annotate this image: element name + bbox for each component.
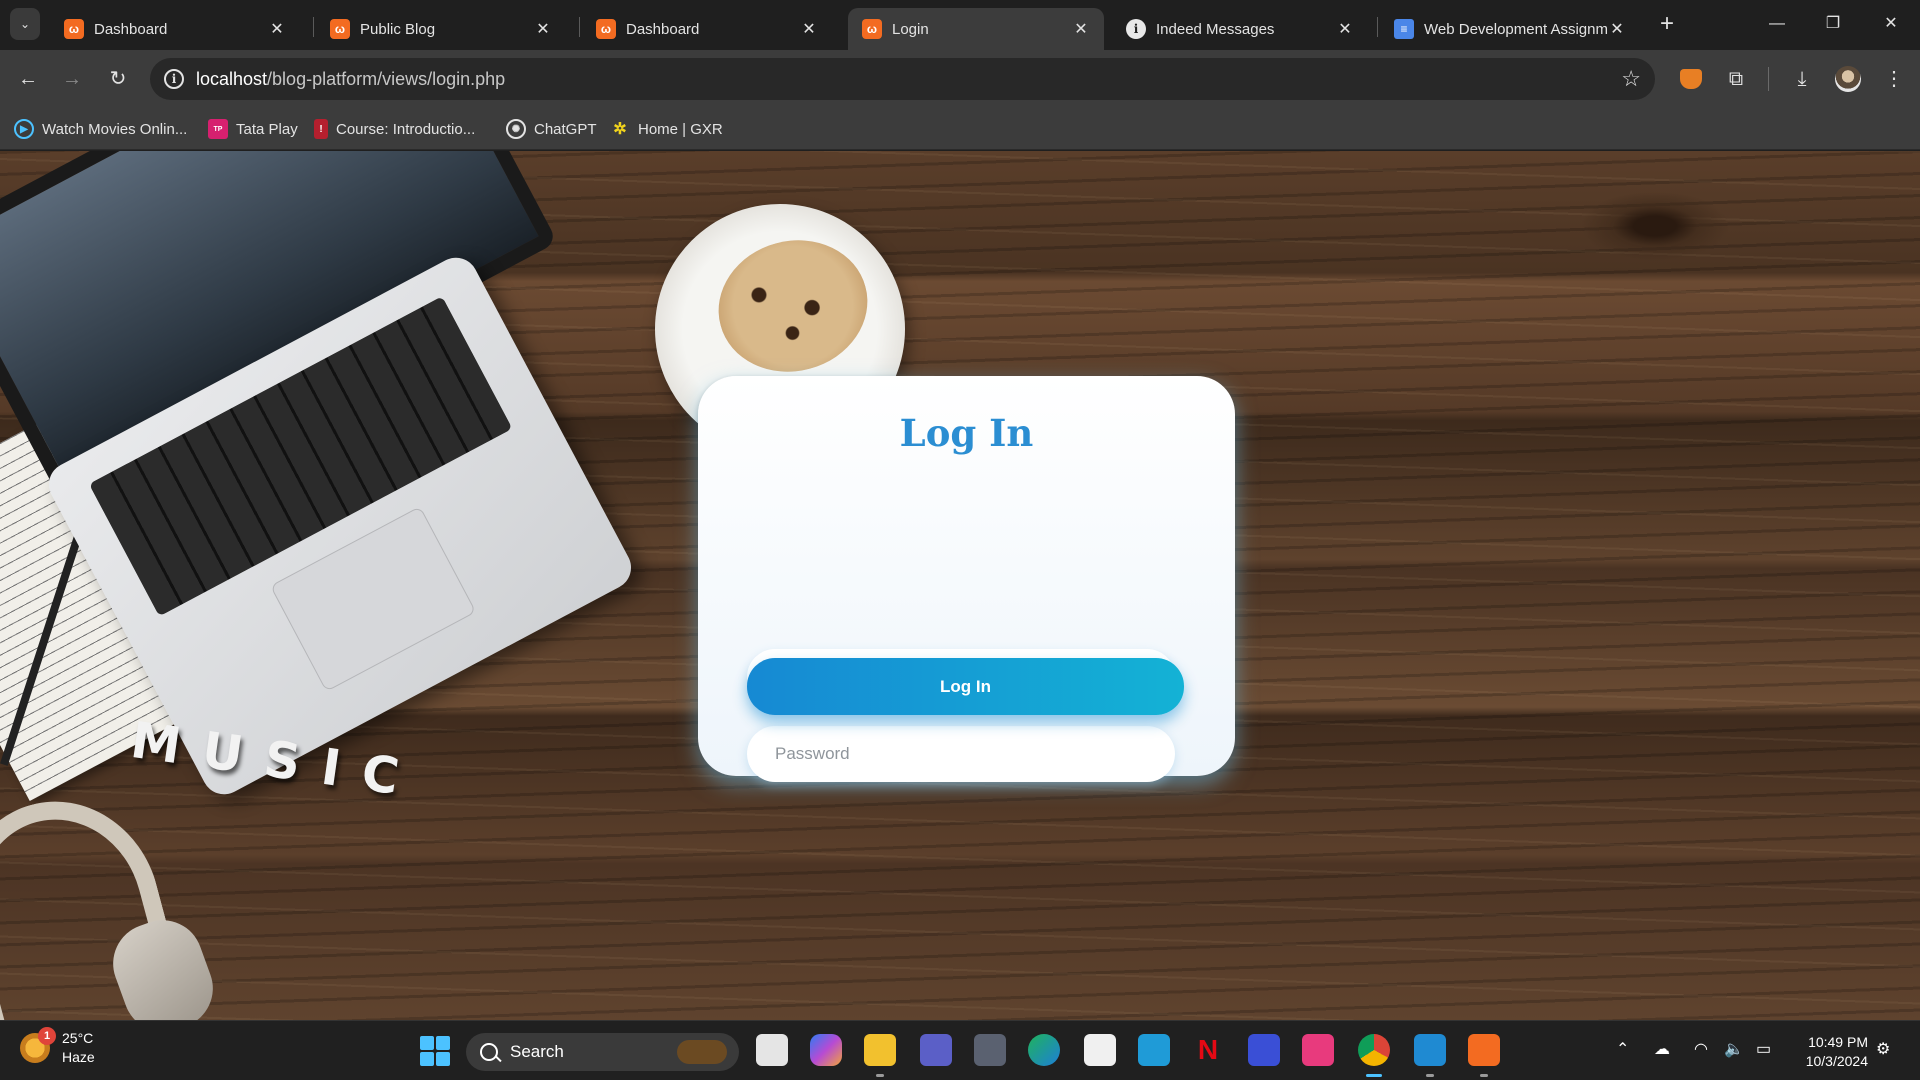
bookmark-course[interactable]: ! Course: Introductio... [314,116,475,142]
reload-button[interactable]: ↻ [102,63,134,95]
search-highlight-icon [677,1040,727,1064]
xampp-icon: ω [862,19,882,39]
menu-icon[interactable]: ⋮ [1878,63,1910,95]
login-button[interactable]: Log In [747,658,1184,715]
close-icon[interactable]: ✕ [268,19,286,39]
info-icon: i [1126,19,1146,39]
xampp-icon[interactable] [1468,1034,1500,1077]
site-info-icon[interactable]: i [164,69,184,89]
tab-login[interactable]: ω Login ✕ [848,8,1104,50]
google-docs-icon: ≡ [1394,19,1414,39]
taskbar-clock[interactable]: 10:49 PM 10/3/2024 [1792,1033,1868,1071]
vscode-icon[interactable] [1414,1034,1446,1077]
browser-toolbar: ← → ↻ i localhost/blog-platform/views/lo… [0,50,1920,108]
search-icon [480,1043,498,1061]
store-icon[interactable] [1084,1034,1116,1066]
tab-title: Web Development Assignm [1424,20,1608,38]
battery-icon[interactable]: ▭ [1756,1039,1771,1059]
clock-date: 10/3/2024 [1805,1053,1868,1069]
weather-condition: Haze [62,1049,95,1065]
close-icon[interactable]: ✕ [1608,19,1626,39]
weather-sun-icon: 1 [20,1027,56,1063]
tab-title: Indeed Messages [1156,20,1275,38]
prime-video-icon[interactable] [1138,1034,1170,1066]
start-button[interactable] [420,1036,450,1066]
search-label: Search [510,1042,564,1061]
tab-title: Login [892,20,929,38]
xampp-icon: ω [596,19,616,39]
download-icon[interactable]: ⤓ [1786,63,1818,95]
wood-knot [1580,191,1730,261]
close-icon[interactable]: ✕ [800,19,818,39]
avatar[interactable] [1835,66,1861,92]
close-icon[interactable]: ✕ [534,19,552,39]
page-viewport: MUSIC Log In Log In [0,151,1920,1020]
weather-widget[interactable]: 1 25°C Haze [20,1027,95,1067]
chevron-up-icon[interactable]: ⌃ [1616,1039,1629,1059]
restore-button[interactable]: ❐ [1810,8,1856,40]
login-card: Log In Log In [698,376,1235,782]
app-icon[interactable] [1248,1034,1280,1066]
tata-play-icon: TP [208,119,228,139]
edge-icon[interactable] [1028,1034,1060,1066]
notification-icon[interactable]: ⚙ [1876,1039,1890,1059]
bookmark-star-icon[interactable]: ☆ [1621,66,1641,92]
login-title: Log In [899,411,1034,455]
toolbar-separator [1768,67,1769,91]
url-text[interactable]: localhost/blog-platform/views/login.php [196,69,505,90]
metamask-icon[interactable] [1680,69,1702,89]
close-icon[interactable]: ✕ [1072,19,1090,39]
tab-dashboard-2[interactable]: ω Dashboard ✕ [582,8,832,50]
password-input[interactable] [747,726,1175,782]
netflix-icon[interactable]: N [1192,1034,1224,1066]
back-button[interactable]: ← [12,63,44,95]
forward-button[interactable]: → [56,63,88,95]
tab-indeed-messages[interactable]: i Indeed Messages ✕ [1112,8,1368,50]
volume-icon[interactable]: 🔈 [1724,1039,1744,1059]
bookmark-home-gxr[interactable]: ✲ Home | GXR [610,116,722,142]
bookmark-tata-play[interactable]: TP Tata Play [208,116,298,142]
chrome-icon[interactable] [1358,1034,1390,1077]
new-tab-button[interactable]: + [1652,10,1682,40]
minimize-button[interactable]: — [1754,8,1800,40]
copilot-icon[interactable] [810,1034,842,1066]
tab-public-blog[interactable]: ω Public Blog ✕ [316,8,566,50]
play-circle-icon: ▶ [14,119,34,139]
tab-strip: ⌄ ω Dashboard ✕ ω Public Blog ✕ ω Dashbo… [0,0,1920,50]
tab-web-dev-assignment[interactable]: ≡ Web Development Assignm ✕ [1380,8,1640,50]
windows-logo-icon [420,1036,434,1050]
tab-search-button[interactable]: ⌄ [10,8,40,40]
address-bar[interactable]: i localhost/blog-platform/views/login.ph… [150,58,1655,100]
tab-title: Dashboard [94,20,168,38]
tab-dashboard-1[interactable]: ω Dashboard ✕ [50,8,300,50]
tab-separator [313,17,314,37]
tab-title: Public Blog [360,20,436,38]
app-icon[interactable] [974,1034,1006,1066]
taskbar: 1 25°C Haze Search N ⌃ ☁ ◠ 🔈 ▭ 10:49 PM … [0,1020,1920,1080]
clock-time: 10:49 PM [1808,1034,1868,1050]
chatgpt-icon: ✺ [506,119,526,139]
bookmark-chatgpt[interactable]: ✺ ChatGPT [506,116,597,142]
xampp-icon: ω [64,19,84,39]
extensions-icon[interactable]: ⧉ [1720,63,1752,95]
close-icon[interactable]: ✕ [1336,19,1354,39]
tab-separator [579,17,580,37]
tab-title: Dashboard [626,20,700,38]
taskbar-search[interactable]: Search [466,1033,739,1071]
notification-badge: 1 [38,1027,56,1045]
close-window-button[interactable]: ✕ [1868,8,1914,40]
gxr-icon: ✲ [613,121,627,138]
tab-separator [1377,17,1378,37]
course-icon: ! [314,119,328,139]
onedrive-icon[interactable]: ☁ [1654,1039,1670,1059]
file-explorer-icon[interactable] [864,1034,896,1077]
xampp-icon: ω [330,19,350,39]
app-icon[interactable] [1302,1034,1334,1066]
bookmarks-bar: ▶ Watch Movies Onlin... TP Tata Play ! C… [0,108,1920,150]
weather-temperature: 25°C [62,1030,94,1046]
wifi-icon[interactable]: ◠ [1694,1039,1708,1059]
teams-icon[interactable] [920,1034,952,1066]
task-view-icon[interactable] [756,1034,788,1066]
bookmark-watch-movies[interactable]: ▶ Watch Movies Onlin... [14,116,187,142]
